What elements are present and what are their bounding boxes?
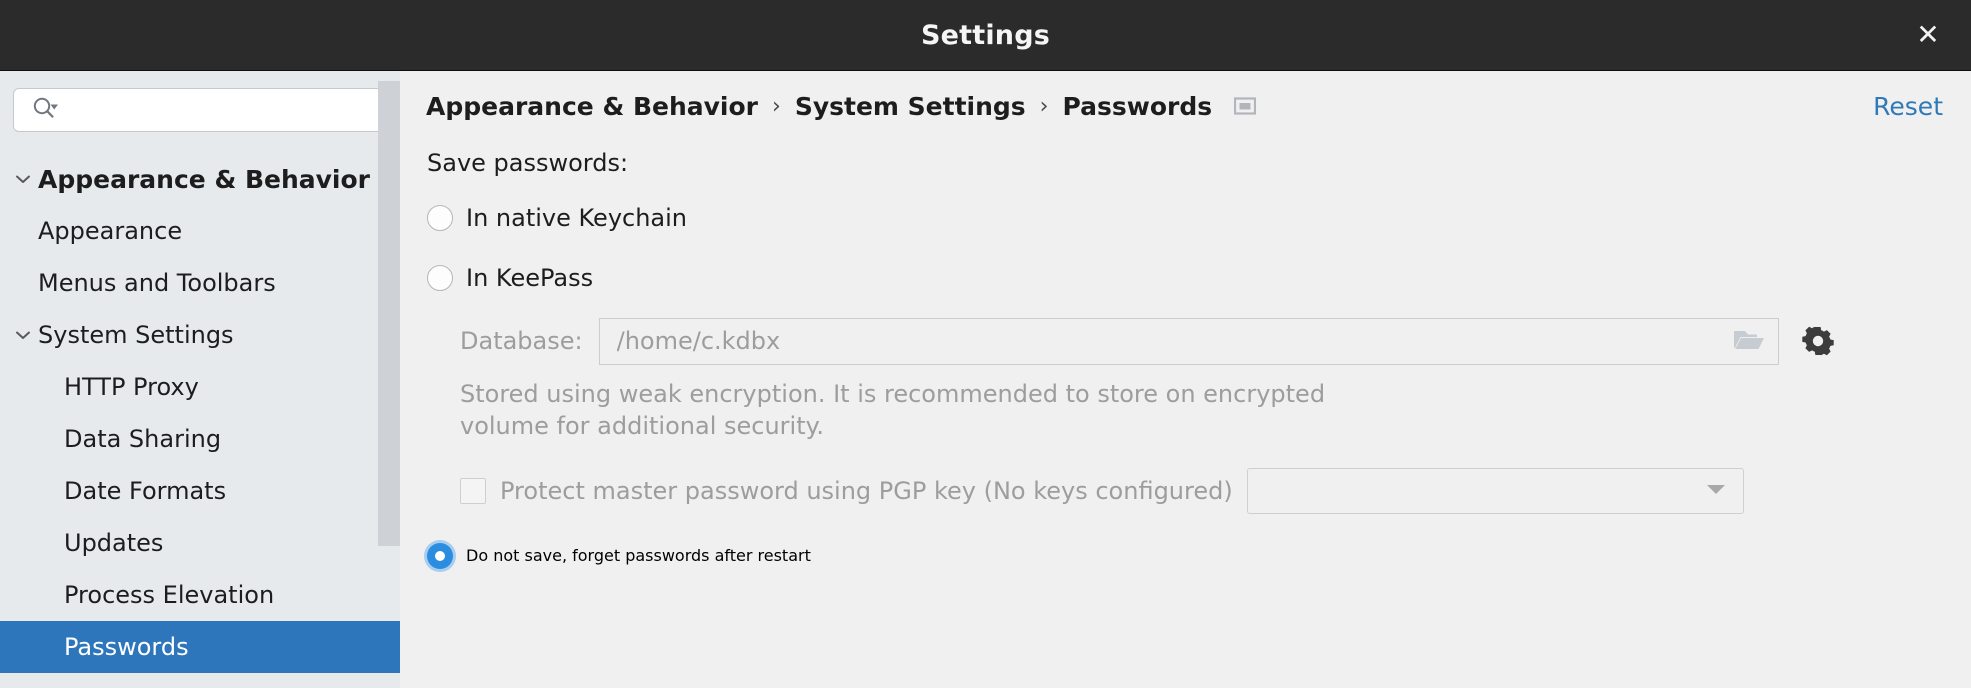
pgp-row: Protect master password using PGP key (N…	[414, 465, 1943, 517]
option-label-native-keychain[interactable]: In native Keychain	[466, 204, 687, 232]
radio-ring-icon	[427, 205, 453, 231]
radio-do-not-save[interactable]	[424, 539, 456, 572]
search-box[interactable]	[13, 88, 384, 132]
settings-main-panel: Appearance & Behavior › System Settings …	[400, 71, 1971, 688]
breadcrumb-item-passwords[interactable]: Passwords	[1062, 92, 1212, 121]
save-passwords-label: Save passwords:	[427, 149, 629, 177]
sidebar-item-label: HTTP Proxy	[64, 373, 199, 401]
sidebar-item-label: System Settings	[38, 321, 234, 349]
breadcrumb-separator: ›	[772, 93, 781, 119]
chevron-down-icon[interactable]	[8, 329, 38, 341]
search-input[interactable]	[69, 89, 383, 131]
settings-sidebar: Appearance & Behavior Appearance Menus a…	[0, 71, 400, 688]
title-bar: Settings ✕	[0, 0, 1971, 71]
option-label-keepass[interactable]: In KeePass	[466, 264, 593, 292]
encryption-warning-line-1: Stored using weak encryption. It is reco…	[460, 380, 1326, 408]
sidebar-scrollbar-thumb[interactable]	[378, 81, 400, 546]
pgp-label[interactable]: Protect master password using PGP key (N…	[500, 477, 1233, 505]
database-path-field[interactable]: /home/c.kdbx	[598, 317, 1779, 365]
sidebar-item-label: Updates	[64, 529, 164, 557]
radio-in-keepass[interactable]	[427, 265, 453, 291]
search-icon	[31, 96, 61, 124]
radio-in-native-keychain[interactable]	[427, 205, 453, 231]
window-badge-icon	[1234, 96, 1257, 116]
close-icon[interactable]: ✕	[1905, 12, 1951, 58]
breadcrumb: Appearance & Behavior › System Settings …	[414, 71, 1943, 141]
sidebar-item-label: Data Sharing	[64, 425, 222, 453]
sidebar-item-updates[interactable]: Updates	[0, 517, 400, 569]
radio-dot-icon	[435, 550, 445, 561]
encryption-warning-text: Stored using weak encryption. It is reco…	[414, 379, 1424, 443]
radio-ring-icon	[427, 265, 453, 291]
database-row: Database: /home/c.kdbx	[414, 313, 1943, 369]
settings-tree: Appearance & Behavior Appearance Menus a…	[0, 153, 400, 673]
sidebar-item-menus-and-toolbars[interactable]: Menus and Toolbars	[0, 257, 400, 309]
checkbox-protect-master-password-pgp[interactable]	[460, 477, 486, 504]
option-row-native-keychain[interactable]: In native Keychain	[414, 193, 1943, 243]
sidebar-item-appearance-and-behavior[interactable]: Appearance & Behavior	[0, 153, 400, 205]
sidebar-scrollbar[interactable]	[378, 71, 400, 688]
chevron-down-icon	[1705, 481, 1727, 500]
database-label: Database:	[460, 327, 583, 355]
sidebar-item-label: Date Formats	[64, 477, 227, 505]
search-area	[0, 71, 400, 132]
chevron-down-icon[interactable]	[8, 173, 38, 185]
sidebar-item-label: Passwords	[64, 633, 189, 661]
breadcrumb-separator: ›	[1039, 93, 1049, 119]
sidebar-item-process-elevation[interactable]: Process Elevation	[0, 569, 400, 621]
sidebar-item-data-sharing[interactable]: Data Sharing	[0, 413, 400, 465]
reset-link[interactable]: Reset	[1873, 92, 1943, 121]
folder-icon[interactable]	[1732, 326, 1766, 356]
option-row-do-not-save[interactable]: Do not save, forget passwords after rest…	[414, 531, 1943, 581]
sidebar-item-appearance[interactable]: Appearance	[0, 205, 400, 257]
sidebar-item-label: Appearance	[38, 217, 183, 245]
sidebar-item-label: Menus and Toolbars	[38, 269, 276, 297]
option-label-do-not-save[interactable]: Do not save, forget passwords after rest…	[466, 546, 811, 565]
sidebar-item-system-settings[interactable]: System Settings	[0, 309, 400, 361]
sidebar-item-label: Appearance & Behavior	[38, 164, 370, 194]
sidebar-item-http-proxy[interactable]: HTTP Proxy	[0, 361, 400, 413]
breadcrumb-item-system-settings[interactable]: System Settings	[795, 92, 1026, 121]
encryption-warning-line-2: volume for additional security.	[460, 411, 825, 440]
gear-icon[interactable]	[1801, 324, 1835, 358]
option-row-keepass[interactable]: In KeePass	[414, 253, 1943, 303]
breadcrumb-item-appearance-and-behavior[interactable]: Appearance & Behavior	[426, 92, 758, 121]
sidebar-item-passwords[interactable]: Passwords	[0, 621, 400, 673]
window-title: Settings	[920, 19, 1051, 51]
pgp-key-select[interactable]	[1246, 467, 1744, 514]
sidebar-item-label: Process Elevation	[64, 581, 275, 609]
workspace: Appearance & Behavior Appearance Menus a…	[0, 71, 1971, 688]
database-path-value: /home/c.kdbx	[616, 327, 781, 355]
sidebar-item-date-formats[interactable]: Date Formats	[0, 465, 400, 517]
